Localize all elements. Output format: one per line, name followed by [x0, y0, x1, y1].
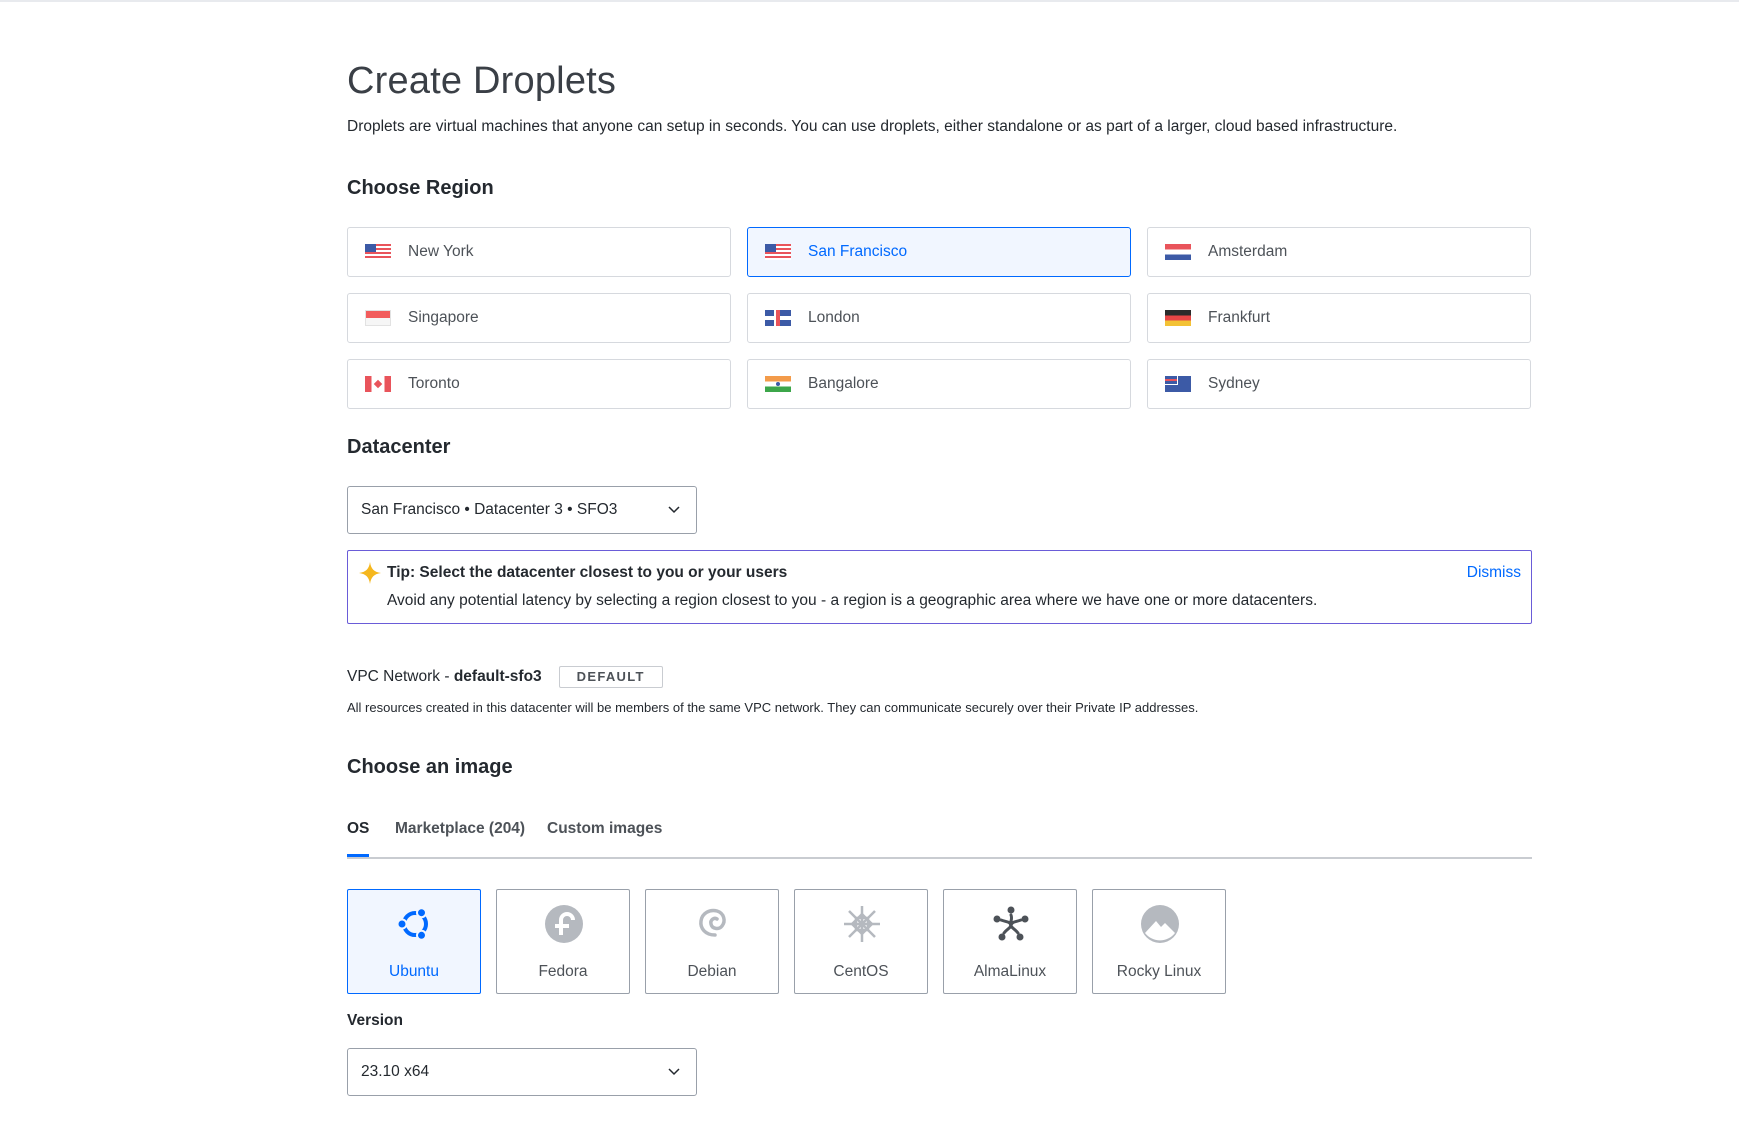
us-flag-icon	[765, 244, 791, 260]
rocky-linux-icon	[1141, 905, 1179, 943]
region-option-bangalore[interactable]: Bangalore	[747, 359, 1131, 409]
region-option-san-francisco[interactable]: San Francisco	[747, 227, 1131, 277]
dismiss-link[interactable]: Dismiss	[1467, 564, 1521, 582]
tab-marketplace[interactable]: Marketplace (204)	[395, 820, 525, 857]
os-image-list: Ubuntu Fedora Debian CentOS AlmaLinux Ro…	[347, 889, 1226, 994]
chevron-down-icon	[668, 506, 680, 514]
de-flag-icon	[1165, 310, 1191, 326]
os-option-fedora[interactable]: Fedora	[496, 889, 630, 994]
region-label: San Francisco	[808, 243, 908, 260]
region-label: New York	[408, 243, 474, 260]
centos-icon	[844, 906, 880, 942]
fedora-icon	[545, 905, 583, 943]
page-subtitle: Droplets are virtual machines that anyon…	[347, 118, 1398, 135]
au-flag-icon	[1165, 376, 1191, 392]
region-label: Amsterdam	[1208, 243, 1288, 260]
uk-flag-icon	[765, 310, 791, 326]
us-flag-icon	[365, 244, 391, 260]
choose-image-heading: Choose an image	[347, 756, 513, 778]
region-option-london[interactable]: London	[747, 293, 1131, 343]
vpc-network-row: VPC Network - default-sfo3 DEFAULT	[347, 666, 663, 688]
os-option-almalinux[interactable]: AlmaLinux	[943, 889, 1077, 994]
version-select-value: 23.10 x64	[361, 1063, 430, 1080]
top-divider	[0, 0, 1739, 2]
os-label: AlmaLinux	[973, 963, 1047, 980]
os-label: Debian	[687, 963, 737, 980]
version-select[interactable]: 23.10 x64	[347, 1048, 697, 1096]
tab-custom-images[interactable]: Custom images	[547, 820, 662, 857]
os-label: Ubuntu	[389, 963, 439, 980]
tab-os[interactable]: OS	[347, 820, 369, 857]
ubuntu-icon	[396, 907, 428, 941]
region-grid: New York San Francisco Amsterdam Singapo…	[347, 227, 1532, 409]
debian-icon	[699, 908, 726, 937]
datacenter-select-value: San Francisco • Datacenter 3 • SFO3	[361, 501, 618, 518]
tip-banner: Tip: Select the datacenter closest to yo…	[347, 550, 1532, 624]
datacenter-select[interactable]: San Francisco • Datacenter 3 • SFO3	[347, 486, 697, 534]
region-label: Frankfurt	[1208, 309, 1271, 326]
region-option-new-york[interactable]: New York	[347, 227, 731, 277]
region-label: London	[808, 309, 860, 326]
almalinux-icon	[993, 906, 1029, 941]
chevron-down-icon	[668, 1068, 680, 1076]
choose-region-heading: Choose Region	[347, 177, 494, 199]
region-option-sydney[interactable]: Sydney	[1147, 359, 1531, 409]
region-option-toronto[interactable]: Toronto	[347, 359, 731, 409]
datacenter-heading: Datacenter	[347, 436, 451, 458]
region-label: Bangalore	[808, 375, 879, 392]
version-label: Version	[347, 1012, 403, 1029]
region-option-frankfurt[interactable]: Frankfurt	[1147, 293, 1531, 343]
sparkle-star-icon	[359, 562, 381, 584]
os-option-debian[interactable]: Debian	[645, 889, 779, 994]
region-option-amsterdam[interactable]: Amsterdam	[1147, 227, 1531, 277]
tip-body: Avoid any potential latency by selecting…	[387, 592, 1318, 609]
page-title: Create Droplets	[347, 60, 617, 102]
os-label: Rocky Linux	[1116, 963, 1202, 980]
region-label: Singapore	[408, 309, 479, 326]
sg-flag-icon	[365, 310, 391, 326]
region-label: Toronto	[408, 375, 460, 392]
os-option-ubuntu[interactable]: Ubuntu	[347, 889, 481, 994]
image-tabs: OS Marketplace (204) Custom images	[347, 820, 1532, 859]
region-option-singapore[interactable]: Singapore	[347, 293, 731, 343]
vpc-network-prefix: VPC Network -	[347, 668, 454, 685]
os-option-rocky-linux[interactable]: Rocky Linux	[1092, 889, 1226, 994]
os-label: Fedora	[538, 963, 588, 980]
vpc-description: All resources created in this datacenter…	[347, 700, 1199, 715]
ca-flag-icon	[365, 376, 391, 392]
os-option-centos[interactable]: CentOS	[794, 889, 928, 994]
region-label: Sydney	[1208, 375, 1260, 392]
os-label: CentOS	[833, 963, 889, 980]
nl-flag-icon	[1165, 244, 1191, 260]
default-badge: DEFAULT	[558, 666, 663, 688]
vpc-network-name: default-sfo3	[453, 668, 542, 685]
tip-title: Tip: Select the datacenter closest to yo…	[387, 564, 788, 581]
in-flag-icon	[765, 376, 791, 392]
